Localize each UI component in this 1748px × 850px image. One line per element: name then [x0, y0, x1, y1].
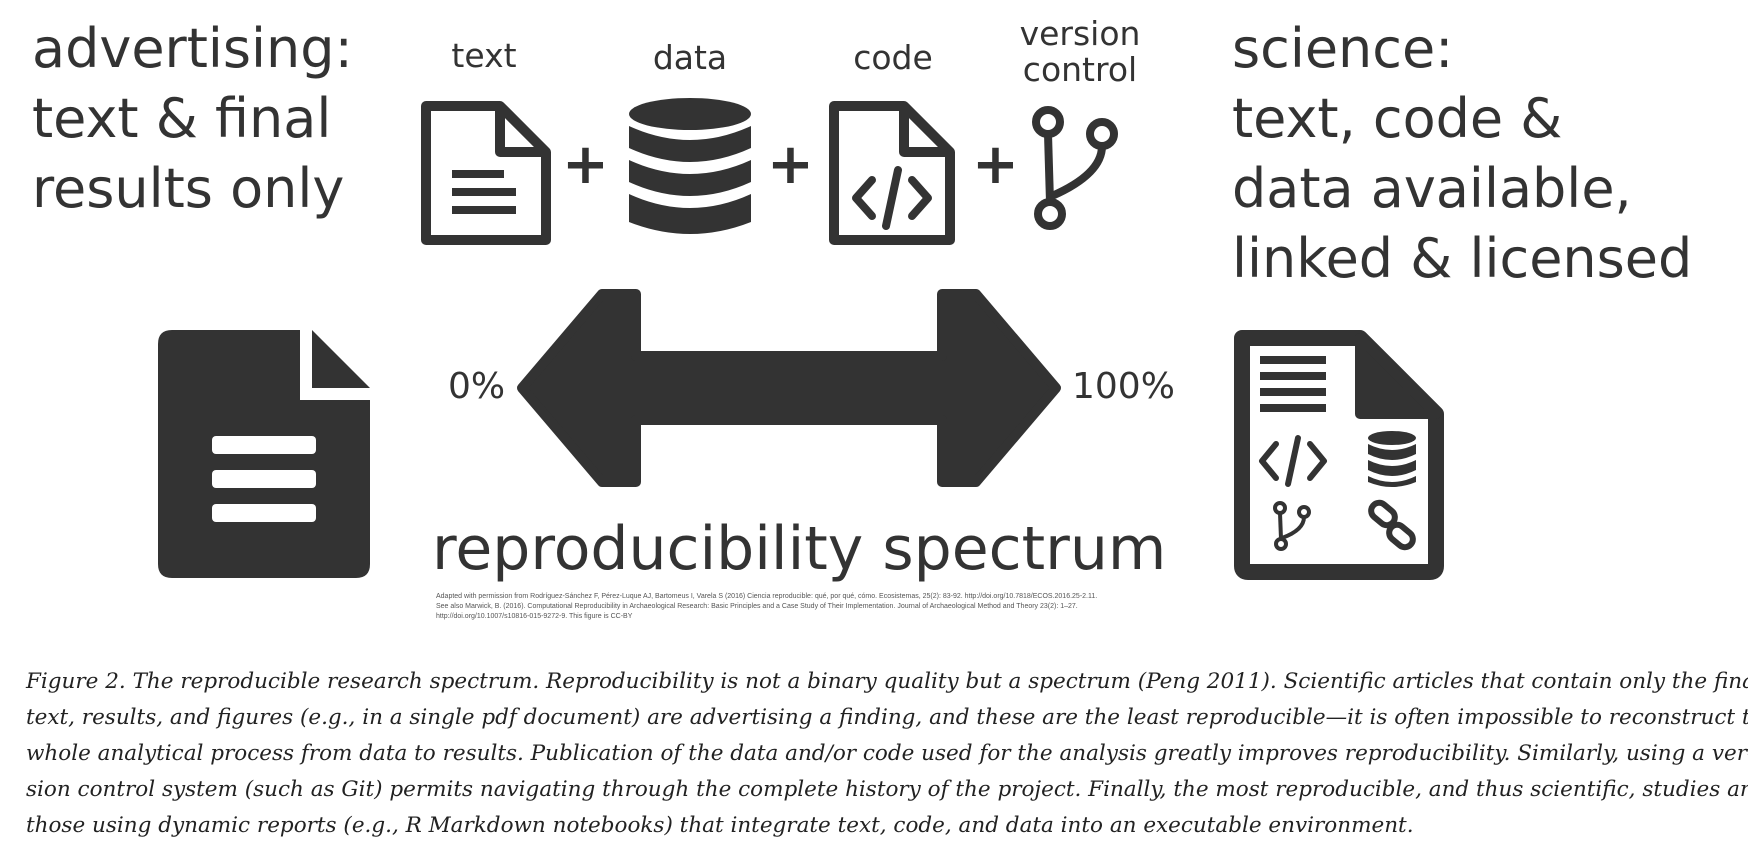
attribution-line-3: http://doi.org/10.1007/s10816-015-9272-9… [436, 613, 633, 620]
plus-sign-1: + [562, 132, 609, 197]
database-icon [629, 98, 751, 234]
version-control-icon [1032, 106, 1118, 230]
caption-line-5: those using dynamic reports (e.g., R Mar… [26, 813, 1414, 838]
hundred-percent-label: 100% [1072, 366, 1175, 407]
text-document-icon [421, 101, 551, 245]
attribution-line-1: Adapted with permission from Rodríguez-S… [436, 593, 1098, 600]
code-label: code [853, 38, 933, 77]
version-control-label-line-1: version [1019, 14, 1141, 53]
version-control-label: version control [1000, 16, 1160, 88]
small-database-icon [1368, 431, 1416, 487]
link-icon [1368, 499, 1416, 551]
right-heading-line-1: science: [1232, 17, 1454, 80]
right-heading-line-3: data available, [1232, 157, 1632, 220]
right-heading-line-2: text, code & [1232, 87, 1563, 150]
document-filled-icon [158, 330, 370, 578]
left-heading: advertising: text & final results only [32, 14, 353, 224]
caption-line-2: text, results, and figures (e.g., in a s… [26, 705, 1748, 730]
small-branch-icon [1273, 501, 1311, 551]
plus-sign-3: + [972, 132, 1019, 197]
attribution-line-2: See also Marwick, B. (2016). Computation… [436, 603, 1078, 610]
figure-caption: Figure 2. The reproducible research spec… [26, 664, 1748, 844]
version-control-label-line-2: control [1022, 50, 1138, 89]
caption-line-4: sion control system (such as Git) permit… [26, 777, 1748, 802]
caption-line-1: Figure 2. The reproducible research spec… [26, 669, 1748, 694]
spectrum-label: reproducibility spectrum [432, 514, 1167, 584]
left-heading-line-3: results only [32, 157, 345, 220]
plus-sign-2: + [767, 132, 814, 197]
code-document-icon [829, 101, 955, 245]
left-heading-line-1: advertising: [32, 17, 353, 80]
data-label: data [652, 38, 728, 77]
right-heading-line-4: linked & licensed [1232, 227, 1693, 290]
right-heading: science: text, code & data available, li… [1232, 14, 1692, 294]
code-tag-icon [1259, 435, 1327, 487]
zero-percent-label: 0% [448, 366, 506, 407]
attribution: Adapted with permission from Rodríguez-S… [436, 592, 1097, 622]
caption-line-3: whole analytical process from data to re… [26, 741, 1748, 766]
text-label: text [451, 36, 517, 75]
left-heading-line-2: text & final [32, 87, 332, 150]
double-arrow-icon [517, 289, 1061, 487]
